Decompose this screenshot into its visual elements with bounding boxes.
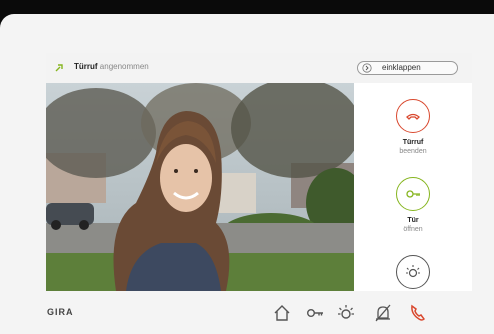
mute-bell-icon[interactable] (373, 303, 393, 323)
chevron-right-icon (362, 63, 372, 73)
action-panel: Türruf beenden Tür öffnen (354, 83, 472, 291)
open-door-button[interactable] (396, 177, 430, 211)
bottom-bar: GIRA (0, 286, 494, 334)
status-text: Türruf angenommen (74, 62, 149, 71)
end-call-label: Türruf (402, 139, 424, 146)
camera-video-feed (46, 83, 354, 291)
open-door-action[interactable]: Tür öffnen (354, 177, 472, 234)
light-icon (406, 265, 420, 278)
call-status-icon (55, 64, 63, 72)
status-title: Türruf (74, 62, 98, 71)
home-icon[interactable] (272, 303, 292, 323)
end-call-sublabel: beenden (399, 148, 427, 155)
camera-image (46, 83, 354, 291)
key-icon (406, 190, 420, 198)
key-icon[interactable] (305, 303, 325, 323)
light-icon[interactable] (336, 303, 356, 323)
collapse-label: einklappen (382, 63, 421, 72)
end-call-button[interactable] (396, 99, 430, 133)
open-door-label: Tür (407, 217, 419, 224)
status-bar: Türruf angenommen einklappen (46, 53, 472, 84)
display-screen: Türruf angenommen einklappen Türruf been… (46, 53, 472, 291)
open-door-sublabel: öffnen (403, 226, 423, 233)
brand-logo: GIRA (47, 307, 74, 317)
collapse-button[interactable]: einklappen (357, 61, 458, 75)
end-call-action[interactable]: Türruf beenden (354, 99, 472, 156)
status-state: angenommen (99, 62, 149, 71)
light-button[interactable] (396, 255, 430, 289)
light-action[interactable] (354, 255, 472, 289)
hangup-icon (406, 113, 420, 120)
phone-icon[interactable] (408, 303, 428, 323)
